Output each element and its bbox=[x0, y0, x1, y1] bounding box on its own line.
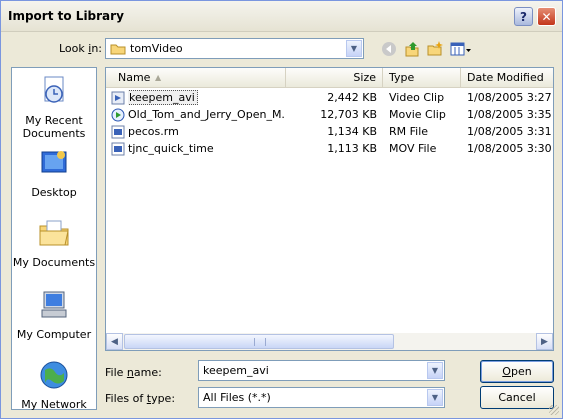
file-type: Movie Clip bbox=[389, 108, 446, 121]
file-name-label: File name: bbox=[105, 366, 162, 379]
file-type: MOV File bbox=[389, 142, 437, 155]
look-in-value: tomVideo bbox=[130, 42, 183, 55]
table-row[interactable]: keepem_avi 2,442 KB Video Clip 1/08/2005… bbox=[106, 90, 553, 106]
view-menu-icon[interactable] bbox=[449, 40, 473, 58]
files-of-type-label: Files of type: bbox=[105, 392, 176, 405]
file-date: 1/08/2005 3:31 PM bbox=[467, 125, 553, 138]
my-documents-icon bbox=[39, 220, 69, 246]
file-date: 1/08/2005 3:30 PM bbox=[467, 142, 553, 155]
resize-grip-icon[interactable] bbox=[549, 405, 559, 415]
file-name: Old_Tom_and_Jerry_Open_M... bbox=[128, 108, 286, 121]
new-folder-icon[interactable] bbox=[425, 40, 445, 58]
file-type: Video Clip bbox=[389, 91, 445, 104]
files-of-type-dropdown-button[interactable]: ▼ bbox=[427, 389, 443, 406]
look-in-combo[interactable]: tomVideo ▼ bbox=[105, 38, 364, 59]
file-name: keepem_avi bbox=[128, 90, 198, 105]
video-clip-icon bbox=[111, 91, 125, 105]
table-row[interactable]: Old_Tom_and_Jerry_Open_M... 12,703 KB Mo… bbox=[106, 107, 553, 123]
scroll-left-icon[interactable]: ◀ bbox=[106, 333, 123, 350]
file-date: 1/08/2005 3:27 PM bbox=[467, 91, 553, 104]
file-size: 2,442 KB bbox=[327, 91, 377, 104]
place-label: Documents bbox=[22, 127, 86, 140]
file-size: 1,134 KB bbox=[327, 125, 377, 138]
my-computer-icon bbox=[41, 291, 67, 318]
file-list[interactable]: Name ▲ Size Type Date Modified keepem_av… bbox=[105, 67, 554, 351]
title-bar[interactable]: Import to Library ? ✕ bbox=[1, 1, 562, 32]
close-button[interactable]: ✕ bbox=[537, 7, 556, 26]
files-of-type-select[interactable]: All Files (*.*) ▼ bbox=[198, 387, 445, 408]
place-my-computer[interactable]: My Computer bbox=[12, 288, 96, 341]
place-my-network[interactable]: My Network bbox=[12, 358, 96, 411]
rm-file-icon bbox=[111, 125, 125, 139]
folder-icon bbox=[110, 44, 126, 55]
place-label: Desktop bbox=[31, 186, 77, 199]
back-icon[interactable] bbox=[379, 40, 399, 58]
column-header-name[interactable]: Name ▲ bbox=[106, 68, 286, 87]
file-date: 1/08/2005 3:35 PM bbox=[467, 108, 553, 121]
file-size: 1,113 KB bbox=[327, 142, 377, 155]
column-header-size[interactable]: Size bbox=[286, 68, 383, 87]
file-name-input[interactable]: keepem_avi ▼ bbox=[198, 360, 445, 381]
place-label: My Recent bbox=[25, 114, 83, 127]
dialog-title: Import to Library bbox=[8, 9, 124, 23]
place-my-recent-documents[interactable]: My Recent Documents bbox=[12, 74, 96, 140]
file-name: tjnc_quick_time bbox=[128, 142, 214, 155]
column-header-type[interactable]: Type bbox=[383, 68, 461, 87]
import-dialog: Import to Library ? ✕ Look in: tomVideo … bbox=[0, 0, 563, 419]
place-my-documents[interactable]: My Documents bbox=[12, 216, 96, 269]
place-label: My Network bbox=[21, 398, 87, 411]
place-label: My Computer bbox=[16, 328, 92, 341]
help-button[interactable]: ? bbox=[514, 7, 533, 26]
sort-ascending-icon: ▲ bbox=[155, 73, 162, 82]
horizontal-scrollbar[interactable]: ◀ ▶ bbox=[106, 333, 553, 350]
file-size: 12,703 KB bbox=[320, 108, 377, 121]
movie-clip-icon bbox=[111, 108, 125, 122]
up-folder-icon[interactable] bbox=[402, 40, 422, 58]
recent-documents-icon bbox=[44, 76, 64, 103]
file-name: pecos.rm bbox=[128, 125, 179, 138]
cancel-button[interactable]: Cancel bbox=[480, 386, 554, 409]
table-row[interactable]: pecos.rm 1,134 KB RM File 1/08/2005 3:31… bbox=[106, 124, 553, 140]
file-name-dropdown-button[interactable]: ▼ bbox=[427, 362, 443, 379]
file-type: RM File bbox=[389, 125, 429, 138]
desktop-icon bbox=[41, 151, 67, 173]
place-desktop[interactable]: Desktop bbox=[12, 146, 96, 199]
scroll-thumb[interactable] bbox=[124, 334, 394, 349]
my-network-icon bbox=[40, 361, 68, 389]
mov-file-icon bbox=[111, 142, 125, 156]
open-button[interactable]: Open bbox=[480, 360, 554, 383]
look-in-label: Look in: bbox=[59, 42, 103, 55]
scroll-right-icon[interactable]: ▶ bbox=[536, 333, 553, 350]
place-label: My Documents bbox=[12, 256, 96, 269]
list-header: Name ▲ Size Type Date Modified bbox=[106, 68, 553, 88]
places-bar: My Recent Documents Desktop My Documents bbox=[11, 67, 97, 411]
table-row[interactable]: tjnc_quick_time 1,113 KB MOV File 1/08/2… bbox=[106, 141, 553, 157]
column-header-date[interactable]: Date Modified bbox=[461, 68, 553, 87]
look-in-dropdown-button[interactable]: ▼ bbox=[346, 40, 362, 57]
